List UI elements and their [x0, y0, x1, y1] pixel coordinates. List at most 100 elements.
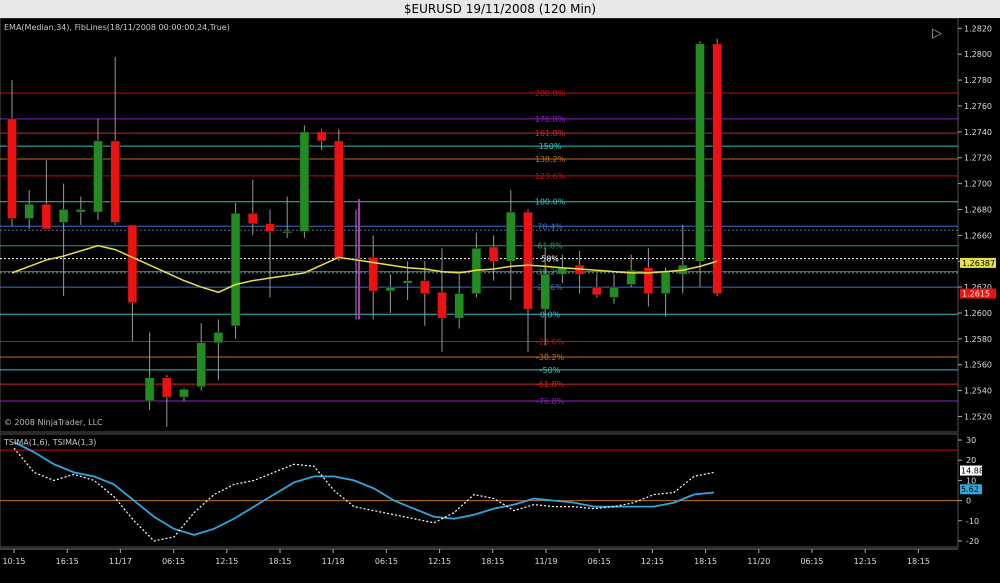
chart-area: 200.0%176.8%161.8%150%138.2%123.6%100.0%…	[0, 18, 996, 566]
fib-label: -76.8%	[536, 397, 565, 406]
price-tick-label: 1.2700	[964, 180, 992, 189]
fib-label: 0.0%	[540, 310, 561, 319]
time-tick-label: 11/20	[747, 557, 770, 566]
candle-body	[248, 213, 258, 224]
candle-body	[540, 273, 550, 310]
candle-body	[506, 211, 516, 262]
candle-body	[196, 342, 206, 387]
candle-body	[110, 140, 120, 223]
price-tick-label: 1.2660	[964, 231, 992, 240]
price-tick-label: 1.2600	[964, 309, 992, 318]
candle-body	[24, 204, 34, 219]
candle-body	[265, 223, 275, 232]
time-tick-label: 16:15	[56, 557, 79, 566]
time-tick-label: 11/17	[109, 557, 132, 566]
sub-tick-label: 20	[966, 456, 976, 465]
price-tick-label: 1.2680	[964, 205, 992, 214]
time-tick-label: 18:15	[481, 557, 504, 566]
candle-body	[58, 209, 69, 223]
candle-body	[643, 267, 654, 294]
time-tick-label: 18:15	[907, 557, 930, 566]
candle-body	[299, 131, 310, 232]
candle-body	[127, 224, 138, 303]
sub-tick-label: -20	[966, 537, 979, 546]
price-tick-label: 1.2800	[964, 50, 992, 59]
time-tick-label: 18:15	[268, 557, 291, 566]
sub-marker-label: 5.62	[961, 485, 979, 494]
candle-body	[282, 231, 292, 234]
fib-label: 176.8%	[535, 115, 566, 124]
price-tick-label: 1.2760	[964, 102, 992, 111]
time-tick-label: 12:15	[215, 557, 238, 566]
fib-label: -38.2%	[536, 353, 565, 362]
price-tick-label: 1.2820	[964, 24, 992, 33]
play-icon[interactable]: ▷	[932, 26, 942, 41]
time-tick-label: 06:15	[800, 557, 823, 566]
price-tick-label: 1.2560	[964, 361, 992, 370]
fib-label: -23.6%	[536, 337, 565, 346]
sub-marker-label: 14.88	[961, 467, 984, 476]
fib-label: 161.8%	[535, 129, 566, 138]
price-tick-label: 1.2740	[964, 128, 992, 137]
fib-label: -61.8%	[536, 380, 565, 389]
candle-body	[93, 140, 103, 213]
copyright-text: © 2008 NinjaTrader, LLC	[4, 418, 103, 427]
candle-body	[523, 211, 533, 310]
price-tick-label: 1.2580	[964, 335, 992, 344]
time-tick-label: 12:15	[641, 557, 664, 566]
time-tick-label: 10:15	[2, 557, 25, 566]
candle-body	[230, 213, 241, 327]
fib-label: -50%	[540, 366, 561, 375]
candle-body	[712, 43, 722, 294]
tsima-line	[13, 441, 715, 536]
time-tick-label: 06:15	[588, 557, 611, 566]
price-tick-label: 1.2520	[964, 412, 992, 421]
candle-body	[179, 389, 189, 398]
chart-title: $EURUSD 19/11/2008 (120 Min)	[0, 0, 1000, 18]
candle-body	[695, 43, 705, 262]
time-tick-label: 11/19	[534, 557, 557, 566]
candle-body	[609, 286, 619, 298]
candle-body	[213, 332, 224, 343]
candle-body	[437, 292, 447, 319]
sub-tick-label: 0	[966, 497, 971, 506]
candle-body	[385, 286, 396, 292]
candle-body	[420, 280, 430, 294]
candle-body	[7, 118, 17, 219]
tsima-line	[13, 447, 715, 542]
time-tick-label: 12:15	[428, 557, 451, 566]
time-tick-label: 18:15	[694, 557, 717, 566]
sub-indicator-label: TSIMA(1,6), TSIMA(1,3)	[4, 438, 97, 447]
price-marker-label: 1.26387	[962, 259, 995, 268]
price-tick-label: 1.2720	[964, 154, 992, 163]
sub-tick-label: 10	[966, 476, 976, 485]
sub-tick-label: -10	[966, 517, 979, 526]
main-indicator-label: EMA(Median,34), FibLines(18/11/2008 00:0…	[4, 23, 230, 32]
time-tick-label: 12:15	[854, 557, 877, 566]
candle-body	[76, 209, 86, 213]
time-tick-label: 06:15	[375, 557, 398, 566]
time-tick-label: 11/18	[322, 557, 345, 566]
price-tick-label: 1.2540	[964, 387, 992, 396]
fib-label: 50%	[541, 255, 559, 264]
fib-label: 200.0%	[535, 89, 566, 98]
candle-body	[592, 286, 602, 296]
fib-label: 150%	[539, 142, 562, 151]
candle-body	[402, 280, 413, 284]
candle-body	[316, 131, 327, 142]
candle-body	[41, 204, 52, 230]
candle-body	[334, 140, 344, 259]
ema-line	[11, 244, 718, 294]
fib-label: 61.8%	[537, 242, 563, 251]
fib-label: 100.0%	[535, 198, 566, 207]
candle-body	[488, 246, 499, 262]
price-tick-label: 1.2780	[964, 76, 992, 85]
candle-body	[454, 293, 464, 319]
candle-body	[144, 377, 155, 402]
price-marker-label: 1.2615	[962, 290, 990, 299]
candle-body	[162, 377, 172, 398]
fib-label: 123.6%	[535, 172, 566, 181]
fib-label: 138.2%	[535, 155, 566, 164]
sub-tick-label: 30	[966, 436, 976, 445]
time-tick-label: 06:15	[162, 557, 185, 566]
